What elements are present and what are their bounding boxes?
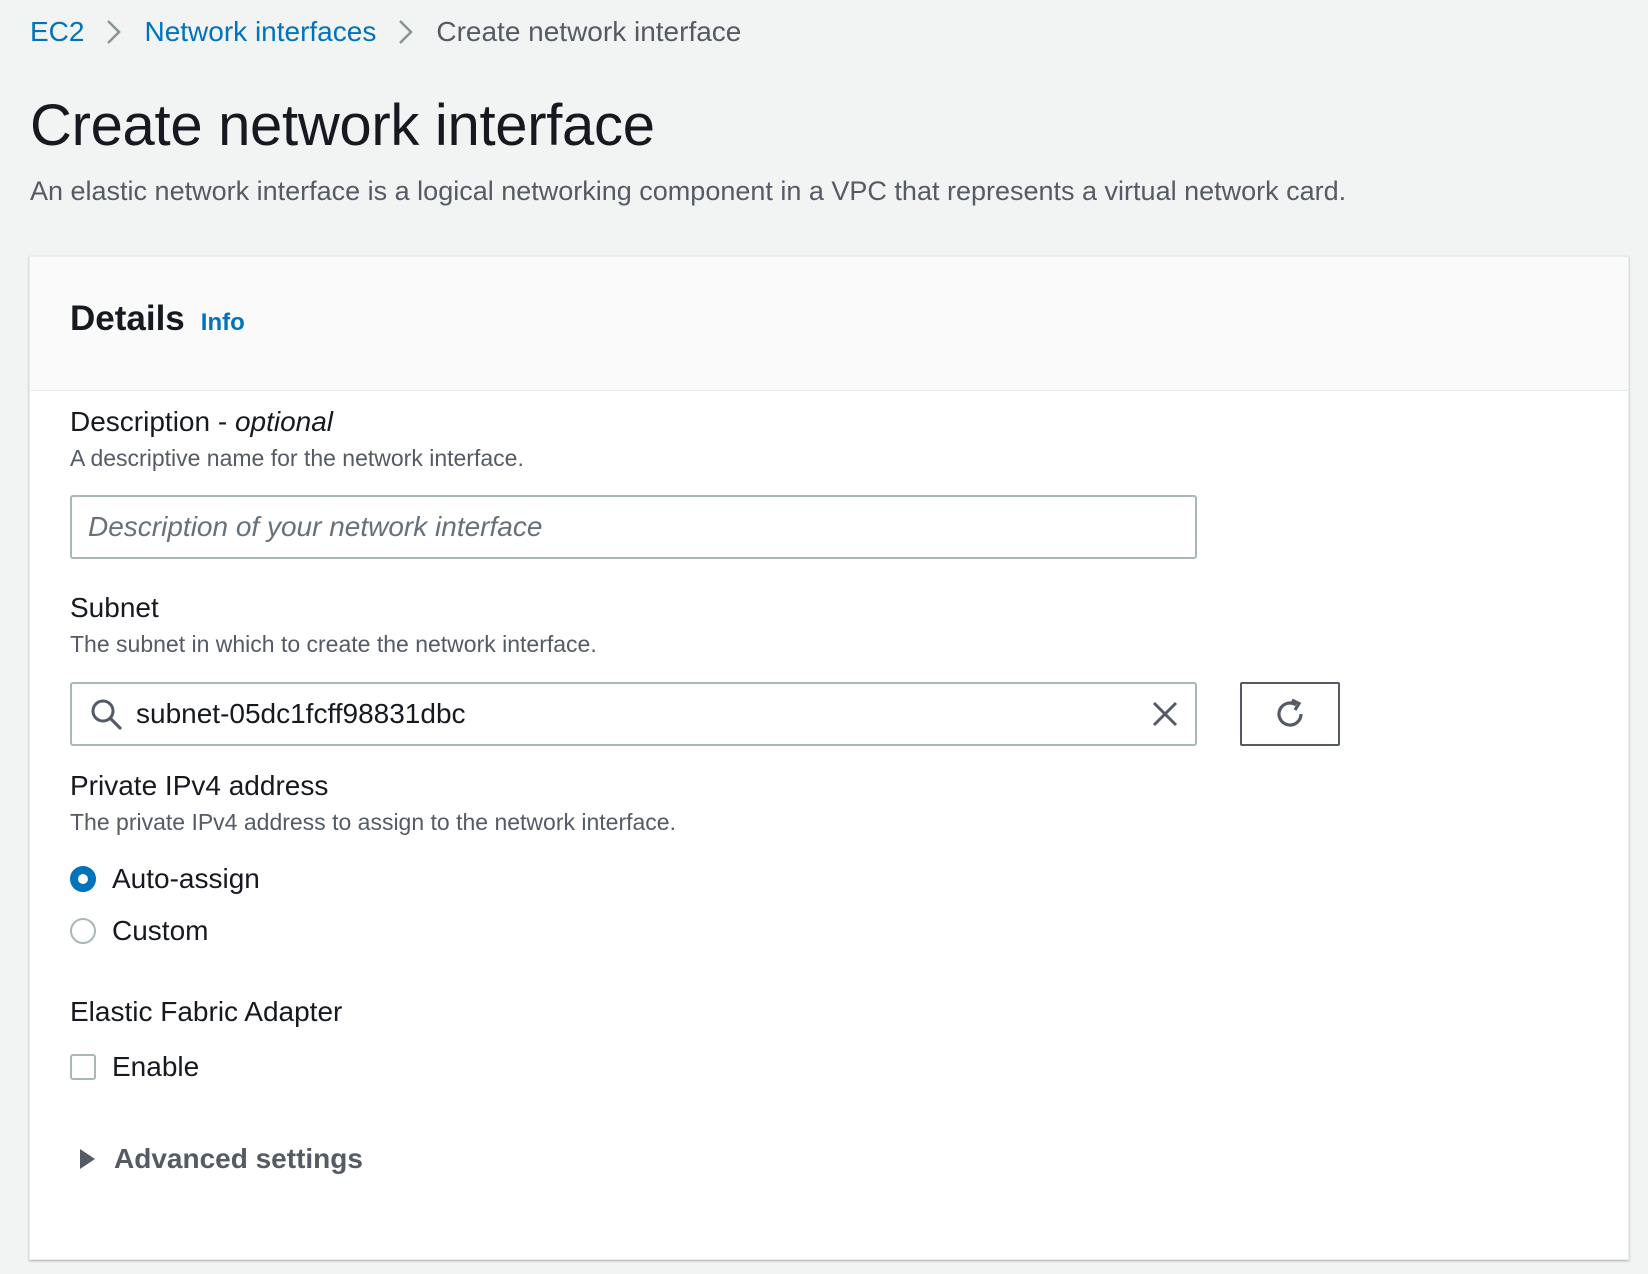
radio-unchecked-icon[interactable] (70, 918, 96, 944)
auto-assign-label: Auto-assign (112, 863, 260, 894)
search-icon (88, 696, 124, 732)
subnet-field: Subnet The subnet in which to create the… (70, 591, 597, 659)
page-title: Create network interface (30, 93, 655, 158)
subnet-label: Subnet (70, 592, 159, 623)
optional-label: optional (234, 406, 334, 437)
breadcrumb-network-interfaces-link[interactable]: Network interfaces (144, 16, 376, 48)
details-panel-header: Details Info (30, 257, 1628, 391)
page-description: An elastic network interface is a logica… (30, 176, 1347, 206)
efa-enable-checkbox[interactable]: Enable (70, 1051, 199, 1083)
description-hint: A descriptive name for the network inter… (70, 445, 524, 471)
radio-auto-assign[interactable]: Auto-assign (70, 863, 260, 895)
advanced-settings-expander[interactable]: Advanced settings (78, 1143, 363, 1175)
details-title-wrap: Details Info (70, 299, 245, 339)
radio-custom[interactable]: Custom (70, 915, 208, 947)
ipv4-label: Private IPv4 address (70, 770, 329, 801)
breadcrumb-current: Create network interface (436, 16, 742, 47)
breadcrumb-ec2-link[interactable]: EC2 (30, 16, 84, 48)
chevron-right-icon (376, 18, 436, 46)
description-field: Description - optional A descriptive nam… (70, 405, 524, 473)
efa-enable-label: Enable (112, 1051, 200, 1082)
advanced-settings-label: Advanced settings (114, 1143, 363, 1174)
details-panel: Details Info Description - optional A de… (29, 256, 1629, 1260)
description-label: Description - optional (70, 405, 524, 439)
custom-label: Custom (112, 915, 209, 946)
info-link[interactable]: Info (201, 309, 245, 337)
details-title: Details (70, 299, 185, 338)
ipv4-hint: The private IPv4 address to assign to th… (70, 809, 676, 835)
description-label-text: Description - (70, 406, 235, 437)
ipv4-field: Private IPv4 address The private IPv4 ad… (70, 769, 676, 837)
checkbox-icon[interactable] (70, 1054, 96, 1080)
description-input[interactable] (70, 495, 1197, 559)
breadcrumb: EC2 Network interfaces Create network in… (30, 12, 741, 52)
refresh-subnets-button[interactable] (1240, 682, 1340, 746)
radio-checked-icon[interactable] (70, 866, 96, 892)
caret-right-icon (78, 1148, 96, 1170)
close-icon[interactable] (1149, 698, 1181, 730)
subnet-value: subnet-05dc1fcff98831dbc (136, 698, 466, 729)
subnet-search-input[interactable]: subnet-05dc1fcff98831dbc (70, 682, 1197, 746)
refresh-icon (1277, 698, 1303, 727)
subnet-hint: The subnet in which to create the networ… (70, 631, 597, 657)
efa-field: Elastic Fabric Adapter (70, 995, 342, 1029)
chevron-right-icon (84, 18, 144, 46)
efa-label: Elastic Fabric Adapter (70, 996, 343, 1027)
